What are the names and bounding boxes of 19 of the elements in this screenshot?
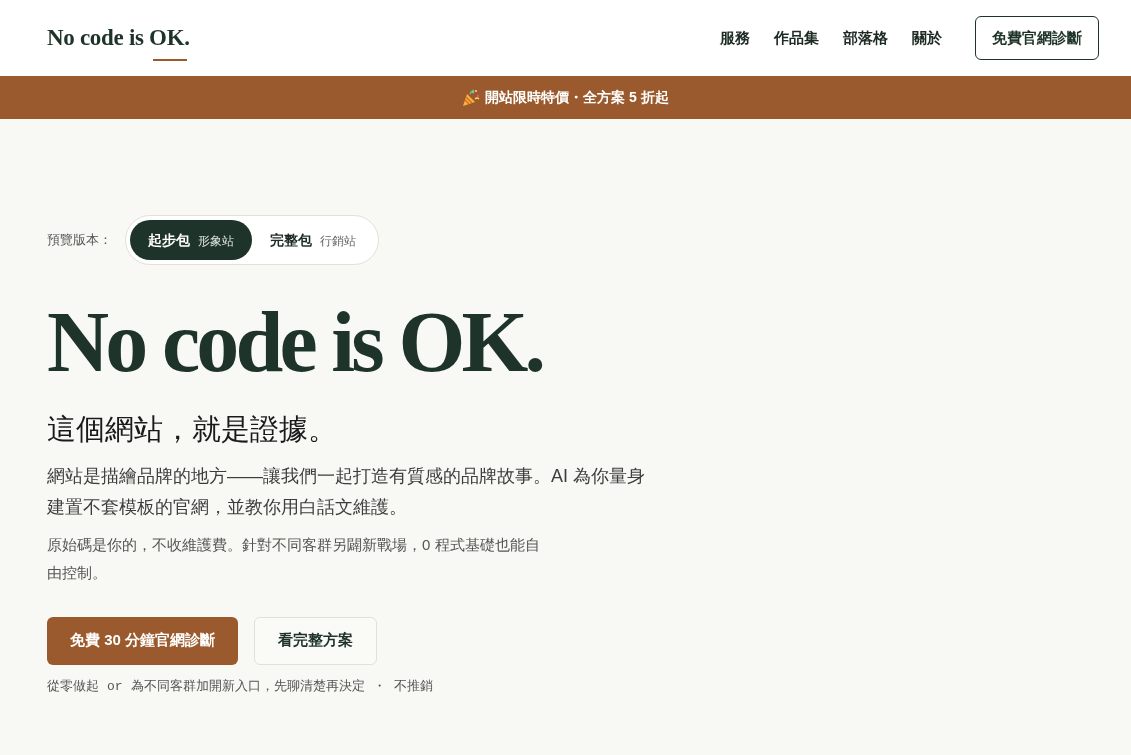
hero-title: No code is OK. bbox=[47, 299, 543, 385]
diagnosis-button[interactable]: 免費官網診斷 bbox=[975, 16, 1099, 60]
detail-paragraph: 原始碼是你的，不收維護費。針對不同客群另闢新戰場，0 程式基礎也能自由控制。 bbox=[47, 534, 541, 583]
footnote-text: 從零做起 or 為不同客群加開新入口，先聊清楚再決定 ・ 不推銷 bbox=[47, 676, 433, 695]
promo-text: 開站限時特價・全方案 5 折起 bbox=[485, 88, 669, 107]
party-popper-icon bbox=[462, 88, 481, 107]
version-tab[interactable]: 完整包 行銷站 bbox=[252, 220, 374, 260]
logo-underline bbox=[153, 59, 187, 61]
nav-link[interactable]: 作品集 bbox=[774, 28, 819, 48]
plans-button[interactable]: 看完整方案 bbox=[254, 616, 378, 665]
version-tab[interactable]: 起步包 形象站 bbox=[130, 220, 252, 260]
nav-link[interactable]: 關於 bbox=[912, 28, 942, 48]
lead-paragraph: 網站是描繪品牌的地方——讓我們一起打造有質感的品牌故事。AI 為你量身建置不套模板的官網，並教你用白話文維護。 bbox=[47, 464, 646, 519]
preview-label: 預覽版本： bbox=[47, 231, 112, 249]
nav-link[interactable]: 服務 bbox=[720, 28, 750, 48]
diagnosis-button[interactable]: 免費 30 分鐘官網診斷 bbox=[47, 616, 239, 665]
logo[interactable]: No code is OK. bbox=[47, 25, 190, 50]
hero-subtitle: 這個網站，就是證據。 bbox=[47, 412, 337, 447]
nav-link[interactable]: 部落格 bbox=[843, 28, 888, 48]
